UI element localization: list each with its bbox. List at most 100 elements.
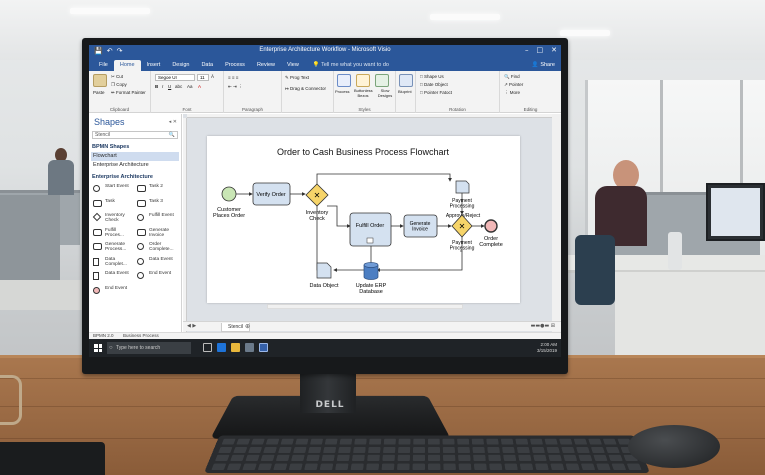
task-shape-icon[interactable] [93,243,102,250]
font-size-select[interactable]: 11 [197,74,209,81]
change-case-icon[interactable]: Aa [187,84,193,89]
format-painter-button[interactable]: ✏ Format Painter [111,90,146,96]
shape-item-label[interactable]: Task [105,199,135,204]
copy-button[interactable]: ❐ Copy [111,82,127,88]
underline-icon[interactable]: U [168,84,171,89]
search-icon[interactable]: 🔍 [169,132,175,138]
indent-icons[interactable]: ⇤ ⇥ ⋮ [228,84,243,90]
shape-item-label[interactable]: Fulfill Proces... [105,228,135,238]
shape-item-label[interactable]: Data Event [105,271,135,276]
pointer-fatoct-button[interactable]: □ Pointer Fatoct [420,90,452,95]
bluprint-icon[interactable] [399,74,413,87]
stencil-flowchart[interactable]: Flowchart [91,152,179,161]
more-button[interactable]: ⋮ More [504,90,520,96]
tab-design[interactable]: Design [166,60,195,71]
task-shape-icon[interactable] [92,212,102,222]
shape-item-label[interactable]: Generate Process... [105,242,135,252]
find-button[interactable]: 🔍 Find [504,74,520,80]
shape-item-label[interactable]: Data Complet... [105,257,135,267]
pointer-button[interactable]: ↗ Pointer [504,82,523,88]
bold-icon[interactable]: B [155,84,158,89]
event-shape-icon[interactable] [137,257,144,265]
payment-document-shape[interactable] [455,180,470,194]
align-icons[interactable]: ≡ ≡ ≡ [228,75,238,80]
task-shape-icon[interactable] [137,185,146,192]
close-icon[interactable]: ✕ [551,46,557,54]
taskbar-search-text: Type here to search [116,345,161,351]
horizontal-scrollbar[interactable] [267,304,463,309]
shape-item-label[interactable]: Fulfill Event [149,213,179,218]
prog-text-button[interactable]: ✎ Prog Text [285,75,309,81]
shape-item-label[interactable]: End Event [105,286,135,291]
order-complete-end-event[interactable] [484,219,498,233]
windows-start-icon[interactable] [94,344,102,352]
task-shape-icon[interactable] [93,272,99,280]
erp-database-shape[interactable] [363,262,379,280]
tab-data[interactable]: Data [195,60,219,71]
shape-item-label[interactable]: Inventory Check [105,213,135,223]
zoom-controls[interactable]: ▬▬●▬ ⊞ [531,323,555,329]
shape-us-button[interactable]: □ Shape Us [420,74,444,79]
font-name-select[interactable]: Segoe UI [155,74,195,81]
taskbar-search-input[interactable]: ○ Type here to search [107,342,191,354]
page-nav-icons[interactable]: ◀ ▶ [187,323,196,329]
keyboard-key [218,446,233,453]
tab-view[interactable]: View [281,60,305,71]
grow-font-icon[interactable]: Â [211,74,214,79]
shape-item-label[interactable]: Order Complete... [149,242,179,252]
section-enterprise[interactable]: Enterprise Architecture [92,174,153,180]
task-shape-icon[interactable] [93,228,102,236]
shape-item-label[interactable]: Start Event [105,184,135,189]
date-object-button[interactable]: □ Date Object [420,82,448,87]
system-tray-clock[interactable]: 2:00 AM 3/15/2019 [537,342,557,353]
task-shape-icon[interactable] [137,199,146,207]
cut-button[interactable]: ✂ Cut [111,74,123,80]
strikethrough-icon[interactable]: abc [175,84,182,89]
tab-review[interactable]: Review [251,60,281,71]
shape-item-label[interactable]: End Event [149,271,179,276]
windows-taskbar: ○ Type here to search 2:00 AM 3/15/2019 [89,339,561,357]
event-shape-icon[interactable] [93,185,100,192]
drawing-page[interactable]: Order to Cash Business Process Flowchart [207,136,520,303]
tab-insert[interactable]: Insert [141,60,167,71]
shapes-search-input[interactable]: Stencil 🔍 [92,131,178,139]
tab-home[interactable]: Home [113,60,141,71]
task-shape-icon[interactable] [93,199,102,207]
style-process-icon[interactable] [337,74,351,87]
event-shape-icon[interactable] [137,214,144,221]
tab-file[interactable]: File [93,60,114,71]
start-event-shape[interactable] [221,186,237,202]
data-object-shape[interactable] [316,262,332,279]
style-slow-icon[interactable] [375,74,389,87]
store-icon[interactable] [245,343,254,352]
visio-taskbar-icon[interactable] [259,343,268,352]
stencil-enterprise[interactable]: Enterprise Architecture [91,161,179,170]
minimize-icon[interactable]: – [525,46,529,54]
style-buttonless-icon[interactable] [356,74,370,87]
pane-options-icon[interactable]: ◂ ✕ [169,119,177,125]
tell-me-box[interactable]: 💡 Tell me what you want to do [313,62,389,71]
shape-item-label[interactable]: Generate Invoice [149,228,179,238]
tab-process[interactable]: Process [219,60,251,71]
file-explorer-icon[interactable] [231,343,240,352]
event-shape-icon[interactable] [137,272,144,279]
share-button[interactable]: 👤 Share [526,62,561,71]
edge-browser-icon[interactable] [217,343,226,352]
shape-item-label[interactable]: Task 2 [149,184,179,189]
italic-icon[interactable]: I [162,84,163,89]
paste-button[interactable]: Paste [93,90,105,95]
font-color-icon[interactable]: A [198,84,201,89]
task-view-icon[interactable] [203,343,212,352]
shape-item-label[interactable]: Task 3 [149,199,179,204]
vertical-scrollbar[interactable] [552,114,561,342]
event-shape-icon[interactable] [93,286,100,294]
paste-icon[interactable] [93,74,107,87]
drag-connector-button[interactable]: ↦ Drag & Connector [285,86,326,92]
task-shape-icon[interactable] [137,228,146,236]
section-bpmn[interactable]: BPMN Shapes [92,144,129,150]
add-page-icon[interactable]: ⊕ [245,323,250,330]
event-shape-icon[interactable] [137,243,144,250]
maximize-icon[interactable]: □ [537,46,544,54]
task-shape-icon[interactable] [93,257,99,266]
shape-item-label[interactable]: Data Event [149,257,179,262]
